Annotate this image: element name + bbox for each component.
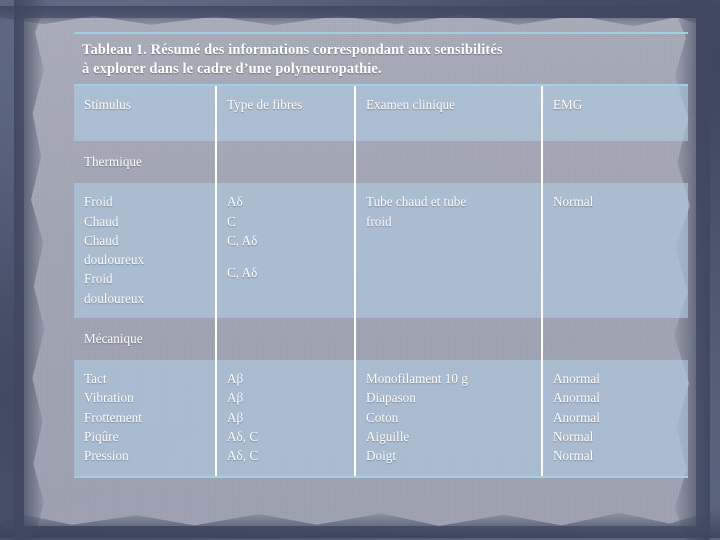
section-label-mecanique: Mécanique: [74, 317, 217, 361]
fibres-froid: Aδ: [227, 194, 243, 210]
examen-coton: Coton: [366, 409, 399, 425]
emg-tact: Anormal: [553, 371, 600, 387]
slide: Tableau 1. Résumé des informations corre…: [0, 0, 720, 540]
table-header-row: Stimulus Type de fibres Examen clinique …: [74, 86, 688, 142]
cell-thermique-stimulus: Froid Chaud Chaud douloureux Froid doulo…: [74, 183, 217, 318]
fibres-pression: Aδ, C: [227, 448, 259, 464]
fibres-piqure: Aδ, C: [227, 429, 259, 445]
examen-monofilament: Monofilament 10 g: [366, 371, 468, 387]
column-header-stimulus: Stimulus: [74, 86, 217, 142]
stimulus-frottement: Frottement: [84, 409, 142, 425]
fibres-vibration: Aβ: [227, 390, 244, 406]
stimulus-froid-douloureux-1: Froid: [84, 271, 113, 287]
column-header-emg: EMG: [542, 86, 688, 142]
emg-thermique-normal: Normal: [553, 194, 594, 210]
stimulus-froid: Froid: [84, 194, 113, 210]
column-header-examen-clinique: Examen clinique: [355, 86, 543, 142]
cell-mecanique-examen: Monofilament 10 g Diapason Coton Aiguill…: [355, 360, 543, 476]
emg-frottement: Anormal: [553, 409, 600, 425]
section-thermique-empty-emg: [542, 141, 688, 183]
cell-mecanique-fibres: Aβ Aβ Aβ Aδ, C Aδ, C: [216, 360, 356, 476]
caption-line-2: à explorer dans le cadre d’une polyneuro…: [82, 60, 382, 77]
fibres-tact: Aβ: [227, 371, 244, 387]
stimulus-chaud-douloureux-1: Chaud: [84, 232, 119, 248]
table-block: Tableau 1. Résumé des informations corre…: [74, 32, 688, 478]
table-row-mecanique-data: Tact Vibration Frottement Piqûre Pressio…: [74, 360, 688, 476]
stimulus-vibration: Vibration: [84, 390, 134, 406]
rule-bottom: [74, 475, 688, 478]
examen-diapason: Diapason: [366, 390, 416, 406]
table-row-thermique-data: Froid Chaud Chaud douloureux Froid doulo…: [74, 183, 688, 318]
section-label-thermique: Thermique: [74, 141, 217, 184]
examen-tube-line-1: Tube chaud et tube: [366, 194, 467, 210]
cell-thermique-fibres: Aδ C C, Aδ C, Aδ: [216, 183, 356, 318]
section-thermique-empty-examen: [355, 141, 543, 184]
examen-doigt: Doigt: [366, 448, 397, 464]
cell-thermique-examen: Tube chaud et tube froid: [355, 183, 543, 318]
table-caption: Tableau 1. Résumé des informations corre…: [74, 34, 688, 84]
section-row-mecanique: Mécanique: [74, 317, 688, 361]
caption-line-1: Tableau 1. Résumé des informations corre…: [82, 42, 503, 58]
fibres-spacer: [227, 250, 346, 263]
sensibilites-table: Stimulus Type de fibres Examen clinique …: [74, 86, 688, 476]
section-thermique-empty-fibres: [216, 141, 356, 184]
cell-thermique-emg: Normal: [542, 183, 688, 318]
section-mecanique-empty-emg: [542, 318, 688, 360]
stimulus-froid-douloureux-2: douloureux: [84, 290, 145, 306]
fibres-frottement: Aβ: [227, 409, 244, 425]
emg-piqure: Normal: [553, 429, 594, 445]
examen-aiguille: Aiguille: [366, 429, 410, 445]
stimulus-piqure: Piqûre: [84, 429, 119, 445]
stimulus-chaud-douloureux-2: douloureux: [84, 252, 145, 268]
stimulus-chaud: Chaud: [84, 213, 119, 229]
fibres-chaud-douloureux: C, Aδ: [227, 232, 258, 248]
fibres-chaud: C: [227, 213, 236, 229]
cell-mecanique-stimulus: Tact Vibration Frottement Piqûre Pressio…: [74, 360, 217, 476]
emg-pression: Normal: [553, 448, 594, 464]
fibres-froid-douloureux: C, Aδ: [227, 265, 258, 281]
stimulus-tact: Tact: [84, 371, 107, 387]
section-mecanique-empty-examen: [355, 317, 543, 361]
cell-mecanique-emg: Anormal Anormal Anormal Normal Normal: [542, 360, 688, 476]
examen-tube-line-2: froid: [366, 213, 392, 229]
section-row-thermique: Thermique: [74, 141, 688, 184]
section-mecanique-empty-fibres: [216, 317, 356, 361]
emg-vibration: Anormal: [553, 390, 600, 406]
stimulus-pression: Pression: [84, 448, 129, 464]
column-header-type-de-fibres: Type de fibres: [216, 86, 356, 142]
